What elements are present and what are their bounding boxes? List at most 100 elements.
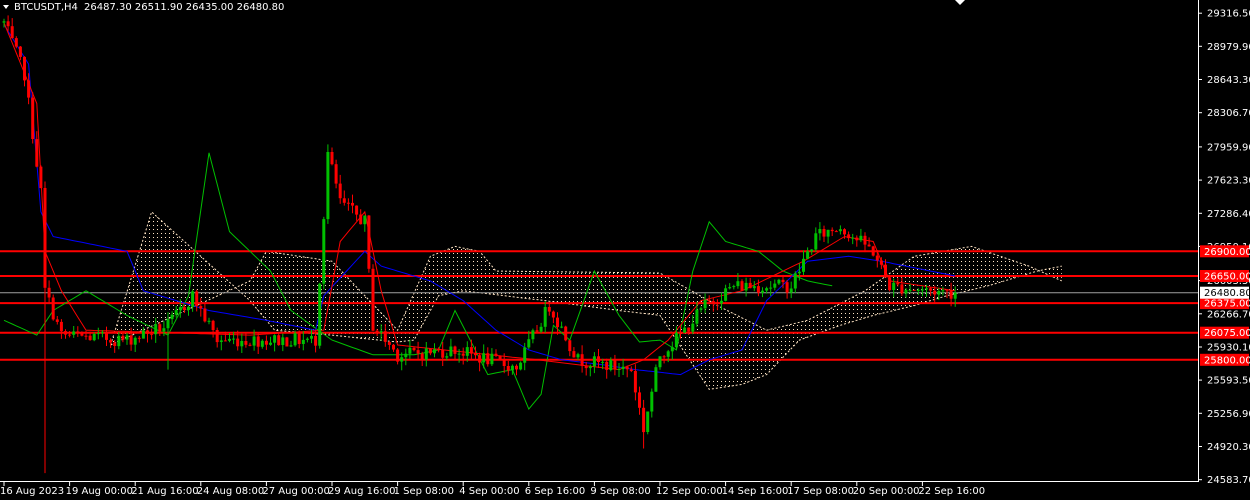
candle-body <box>920 289 924 291</box>
candle-body <box>240 341 244 347</box>
candle-body <box>871 246 875 256</box>
candle-body <box>617 369 621 370</box>
price-tick-label: 28306.70 <box>1207 108 1250 119</box>
ohlc-values: 26487.30 26511.90 26435.00 26480.80 <box>84 2 284 13</box>
candle-body <box>494 353 498 356</box>
candle-body <box>884 264 887 278</box>
candle-body <box>191 291 195 307</box>
candle-body <box>855 237 859 241</box>
candle-body <box>896 282 900 285</box>
candle-body <box>441 349 445 358</box>
candle-body <box>564 326 568 341</box>
candle-body <box>674 332 678 348</box>
time-tick-label: 16 Aug 2023 <box>0 486 64 497</box>
candle-body <box>375 330 379 333</box>
time-tick-label: 27 Aug 00:00 <box>262 486 329 497</box>
candle-body <box>207 320 211 322</box>
candle-body <box>486 353 490 365</box>
candle-body <box>363 215 367 225</box>
candle-body <box>424 348 428 360</box>
candle-body <box>744 282 748 291</box>
candle-body <box>752 286 756 289</box>
candle-body <box>297 333 301 344</box>
candle-body <box>703 299 707 309</box>
candle-body <box>326 152 330 220</box>
candle-body <box>355 205 359 215</box>
candle-body <box>843 229 846 235</box>
candle-body <box>80 333 84 336</box>
candle-body <box>584 365 588 369</box>
candle-body <box>154 324 158 335</box>
candle-body <box>642 407 646 433</box>
candle-body <box>720 300 723 304</box>
candle-body <box>818 229 822 234</box>
candle-body <box>510 365 514 371</box>
candle-body <box>834 231 838 233</box>
candle-body <box>76 331 80 334</box>
candle-body <box>27 80 31 98</box>
candle-body <box>285 337 289 347</box>
candle-body <box>949 290 953 299</box>
candle-body <box>310 336 313 339</box>
time-tick-label: 9 Sep 08:00 <box>590 486 650 497</box>
candle-body <box>100 332 104 334</box>
candle-body <box>695 309 699 324</box>
candle-body <box>908 289 912 291</box>
candle-body <box>228 338 231 341</box>
candle-body <box>6 21 10 27</box>
candle-body <box>141 330 145 339</box>
time-tick-label: 20 Sep 00:00 <box>853 486 920 497</box>
candle-body <box>953 292 957 299</box>
candle-body <box>728 287 732 289</box>
candle-body <box>506 366 510 371</box>
candle-body <box>453 346 457 354</box>
candle-body <box>289 345 293 347</box>
candle-body <box>404 353 408 358</box>
candle-body <box>732 286 736 288</box>
candle-body <box>14 38 18 47</box>
candle-body <box>925 288 928 290</box>
candle-body <box>445 356 449 358</box>
candle-body <box>232 338 236 340</box>
candle-body <box>428 348 432 354</box>
candle-body <box>535 330 539 332</box>
price-tick-label: 25593.50 <box>1207 376 1250 387</box>
candle-body <box>199 306 203 309</box>
candle-body <box>691 323 695 332</box>
candle-body <box>724 288 728 301</box>
price-chart[interactable]: 29316.50 28979.90 28643.30 28306.70 27959.90… <box>0 0 1250 500</box>
candle-body <box>576 354 580 358</box>
candle-body <box>252 336 256 346</box>
candle-body <box>748 282 752 289</box>
level-tag-label: 26650.00 <box>1204 272 1250 283</box>
time-tick-label: 17 Sep 08:00 <box>787 486 854 497</box>
time-tick-label: 24 Aug 08:00 <box>197 486 264 497</box>
candle-body <box>781 279 785 283</box>
candle-body <box>31 97 35 139</box>
candle-body <box>396 349 400 362</box>
candle-body <box>556 317 559 328</box>
candle-body <box>658 356 662 368</box>
candle-body <box>863 235 867 245</box>
candle-body <box>945 290 949 292</box>
chart-area[interactable]: 29316.50 28979.90 28643.30 28306.70 27959.90… <box>0 0 1250 500</box>
candle-body <box>531 330 535 340</box>
candle-body <box>527 339 531 348</box>
candle-body <box>338 183 342 199</box>
candle-body <box>551 311 555 318</box>
candle-body <box>109 340 113 343</box>
level-tag-label: 26900.00 <box>1204 247 1250 258</box>
candle-body <box>810 249 814 252</box>
price-tick-label: 27286.40 <box>1207 209 1250 220</box>
candle-body <box>597 356 600 362</box>
candle-body <box>543 307 547 327</box>
candle-body <box>277 335 281 346</box>
candle-body <box>51 297 55 320</box>
candle-body <box>629 369 633 371</box>
candle-body <box>474 353 477 356</box>
candle-body <box>92 333 96 341</box>
candle-body <box>814 233 818 250</box>
chart-header: BTCUSDT,H4 26487.30 26511.90 26435.00 26… <box>3 2 284 13</box>
candle-body <box>236 338 240 347</box>
candle-body <box>666 351 670 357</box>
